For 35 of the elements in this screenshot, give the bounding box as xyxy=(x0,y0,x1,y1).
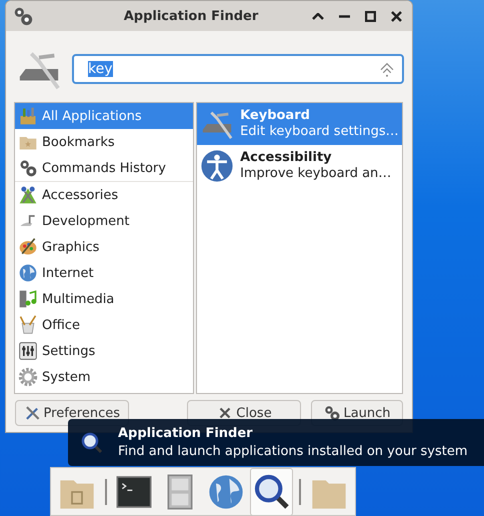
category-item[interactable]: Commands History xyxy=(15,155,194,182)
history-icon xyxy=(378,60,396,78)
category-item[interactable]: Accessories xyxy=(15,182,194,208)
maximize-icon xyxy=(364,10,376,22)
window-title: Application Finder xyxy=(122,8,260,24)
category-item[interactable]: Multimedia xyxy=(15,286,194,312)
film-icon xyxy=(18,289,38,309)
palette-icon xyxy=(18,237,38,257)
caret-up-icon xyxy=(312,12,324,20)
gears-icon xyxy=(12,5,34,27)
category-item[interactable]: Bookmarks xyxy=(15,129,194,155)
category-item[interactable]: Office xyxy=(15,312,194,338)
search-field[interactable]: key xyxy=(72,54,404,84)
category-item[interactable]: Internet xyxy=(15,260,194,286)
tooltip-title: Application Finder xyxy=(118,424,254,442)
gears-icon xyxy=(18,158,38,178)
box-icon xyxy=(18,106,38,126)
pencils-icon xyxy=(18,315,38,335)
minimize-icon xyxy=(338,14,350,18)
category-item[interactable]: Graphics xyxy=(15,234,194,260)
gear-icon xyxy=(18,367,38,387)
category-item[interactable]: All Applications xyxy=(15,103,194,129)
search-value: key xyxy=(88,61,113,77)
tooltip-text: Find and launch applications installed on your system xyxy=(118,442,468,460)
category-item[interactable]: Settings xyxy=(15,338,194,364)
category-item[interactable]: System xyxy=(15,364,194,390)
person-icon xyxy=(200,149,234,183)
close-icon xyxy=(390,10,402,22)
sliders-icon xyxy=(18,341,38,361)
globe-icon xyxy=(18,263,38,283)
dock-launcher[interactable] xyxy=(250,468,294,516)
result-item[interactable]: Accessibility Improve keyboard an… xyxy=(197,145,402,187)
magnifier-icon xyxy=(80,430,104,454)
result-item[interactable]: Keyboard Edit keyboard settings… xyxy=(197,103,402,145)
category-item[interactable]: Development xyxy=(15,208,194,234)
